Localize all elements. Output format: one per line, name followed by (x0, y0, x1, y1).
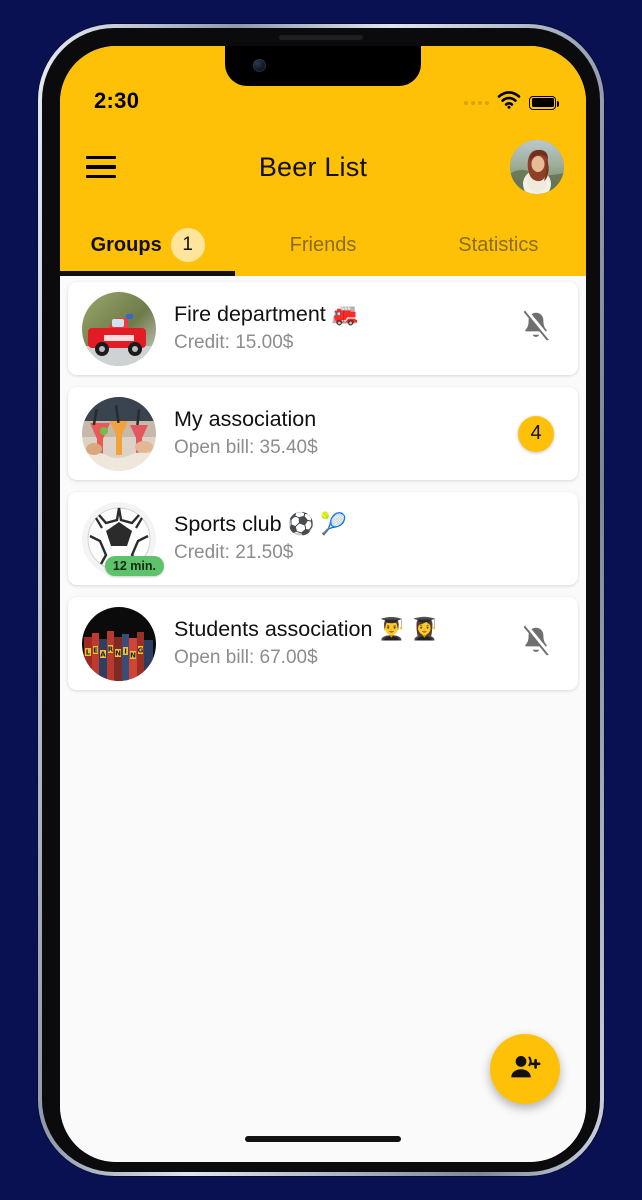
row-trailing[interactable] (514, 624, 558, 662)
learning-books-photo: L E A R N I N G (82, 606, 156, 681)
status-bar-time: 2:30 (94, 88, 140, 113)
tab-groups-badge: 1 (170, 228, 205, 262)
bell-off-icon[interactable] (521, 309, 551, 347)
page-title: Beer List (258, 151, 368, 182)
tab-statistics-label: Statistics (458, 233, 539, 256)
tab-friends[interactable]: Friends (235, 214, 410, 276)
phone-screen: 2:30 Beer List Groups 1 Friends Statisti… (60, 46, 586, 1162)
tab-statistics[interactable]: Statistics (411, 214, 586, 276)
group-avatar: 12 min. (82, 501, 164, 576)
group-title: My association (174, 407, 317, 432)
home-indicator[interactable] (245, 1136, 401, 1142)
svg-text:L: L (86, 648, 91, 656)
table-row[interactable]: L E A R N I N G (68, 597, 578, 690)
tab-groups-label: Groups (90, 233, 162, 256)
svg-text:A: A (100, 650, 106, 658)
app-bar: Beer List (60, 120, 586, 214)
cheers-drinks-photo (82, 396, 156, 471)
bell-off-icon[interactable] (521, 624, 551, 662)
svg-text:E: E (93, 646, 98, 654)
table-row[interactable]: Fire department 🚒 Credit: 15.00$ (68, 282, 578, 375)
battery-full-icon (529, 95, 559, 110)
group-info: Fire department 🚒 Credit: 15.00$ (156, 301, 514, 356)
fire-truck-photo (82, 291, 156, 366)
tab-groups[interactable]: Groups 1 (60, 214, 236, 276)
group-avatar (82, 291, 156, 366)
row-trailing[interactable] (514, 309, 558, 347)
svg-text:R: R (108, 645, 114, 653)
last-activity-badge: 12 min. (104, 555, 164, 576)
avatar[interactable] (510, 140, 564, 194)
group-subtitle: Open bill: 67.00$ (174, 647, 318, 669)
tab-bar: Groups 1 Friends Statistics (60, 214, 586, 276)
svg-text:G: G (138, 646, 144, 654)
notch (225, 46, 421, 86)
group-avatar: L E A R N I N G (82, 606, 156, 681)
table-row[interactable]: My association Open bill: 35.40$ 4 (68, 387, 578, 480)
status-badge[interactable]: 4 (518, 415, 554, 452)
group-subtitle: Credit: 21.50$ (174, 542, 294, 564)
screenshot-stage: 2:30 Beer List Groups 1 Friends Statisti… (0, 0, 642, 1200)
group-subtitle: Credit: 15.00$ (174, 332, 294, 354)
row-trailing[interactable]: 4 (514, 415, 558, 452)
group-title: Sports club ⚽ 🎾 (174, 512, 348, 537)
tab-friends-label: Friends (289, 233, 357, 256)
person-add-icon (509, 1053, 541, 1086)
table-row[interactable]: 12 min. Sports club ⚽ 🎾 Credit: 21.50$ (68, 492, 578, 585)
front-camera-icon (253, 59, 266, 72)
user-profile-photo (510, 140, 564, 194)
group-info: Students association 👨‍🎓 👩‍🎓 Open bill: … (156, 616, 514, 671)
group-avatar (82, 396, 156, 471)
svg-text:N: N (115, 649, 121, 657)
add-group-button[interactable] (490, 1034, 560, 1104)
group-title: Fire department 🚒 (174, 302, 359, 327)
group-info: Sports club ⚽ 🎾 Credit: 21.50$ (156, 511, 514, 566)
group-title: Students association 👨‍🎓 👩‍🎓 (174, 617, 438, 642)
earpiece-speaker (279, 35, 363, 40)
group-list: Fire department 🚒 Credit: 15.00$ My asso… (60, 276, 586, 1162)
svg-text:I: I (124, 647, 127, 655)
svg-text:N: N (130, 651, 136, 659)
group-subtitle: Open bill: 35.40$ (174, 437, 318, 459)
wifi-icon (497, 91, 521, 114)
group-info: My association Open bill: 35.40$ (156, 406, 514, 461)
phone-bezel: 2:30 Beer List Groups 1 Friends Statisti… (42, 28, 600, 1172)
status-bar-indicators (464, 91, 559, 114)
hamburger-menu-icon[interactable] (86, 156, 116, 178)
signal-dots-icon (464, 100, 489, 105)
phone-frame: 2:30 Beer List Groups 1 Friends Statisti… (38, 24, 604, 1176)
